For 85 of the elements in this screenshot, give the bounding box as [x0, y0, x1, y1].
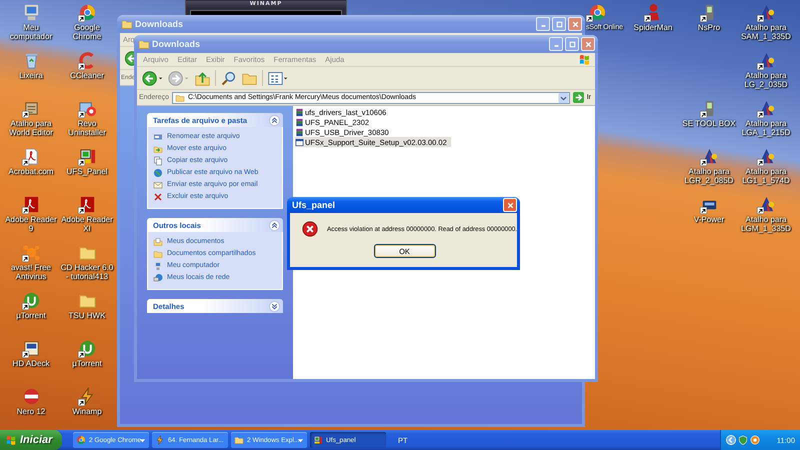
maximize-button[interactable] — [565, 37, 579, 51]
desktop-icon[interactable]: Lixeira — [3, 51, 59, 80]
up-folder-icon[interactable] — [194, 70, 211, 86]
chevron-icon[interactable] — [726, 435, 736, 445]
expand-icon[interactable] — [269, 300, 280, 312]
collapse-icon[interactable] — [269, 114, 280, 126]
envelope-icon — [153, 180, 163, 190]
desktop-icon[interactable]: CCleaner — [59, 51, 115, 80]
close-icon — [584, 40, 592, 48]
flag-icon — [578, 53, 591, 66]
maximize-icon — [568, 40, 576, 48]
minimize-icon — [540, 25, 546, 27]
minimize-button[interactable] — [536, 17, 550, 31]
desktop-icon[interactable]: SE TOOL BOX — [681, 99, 737, 128]
round-logo-icon — [588, 3, 607, 22]
close-icon — [570, 20, 580, 28]
close-icon — [506, 200, 514, 210]
start-button[interactable]: Iniciar — [0, 430, 62, 450]
lightning-icon — [155, 435, 165, 445]
documents-folder-icon — [153, 236, 163, 246]
desktop-icon[interactable]: V-Power — [681, 195, 737, 224]
minimize-icon — [554, 45, 558, 47]
window-title: Downloads — [152, 39, 202, 49]
archive-icon — [295, 118, 304, 126]
desktop-icon[interactable]: Nero 12 — [3, 387, 59, 416]
desktop-icon[interactable]: SpiderMan — [625, 3, 681, 32]
desktop-icon[interactable]: Acrobat.com — [3, 147, 59, 176]
terminal-icon — [313, 435, 323, 445]
close-button[interactable] — [581, 37, 595, 51]
desktop-icon[interactable]: Revo Uninstaller — [59, 99, 115, 137]
globe-icon — [153, 168, 163, 178]
computer-icon — [153, 260, 163, 270]
desktop-icon[interactable]: µTorrent — [59, 339, 115, 368]
desktop-icon[interactable]: Atalho para LGR_2_085D — [681, 147, 737, 185]
collapse-icon[interactable] — [269, 220, 280, 230]
status-icon[interactable] — [750, 435, 760, 445]
folder-icon — [153, 248, 163, 258]
textbox-icon — [153, 132, 163, 142]
flag-icon — [5, 434, 17, 446]
desktop-icon[interactable]: HD ADeck — [3, 339, 59, 368]
round-logo-icon — [76, 435, 86, 445]
desktop-icon[interactable]: Google Chrome — [59, 3, 115, 41]
pages-icon — [153, 156, 163, 166]
desktop-icon[interactable]: µTorrent — [3, 291, 59, 320]
desktop-icon[interactable]: Meu computador — [3, 3, 59, 41]
maximize-icon — [554, 20, 564, 28]
desktop-icon[interactable]: CD Hacker 6.0 - tutorial413 — [59, 243, 115, 281]
folder-icon — [121, 18, 133, 30]
folder-icon — [234, 435, 244, 445]
desktop-icon[interactable]: Atalho para LG_2_035D — [738, 51, 794, 89]
window-title: Downloads — [135, 19, 184, 29]
network-icon — [153, 272, 163, 282]
desktop-icon[interactable]: TSU HWK — [59, 291, 115, 320]
desktop-icon[interactable]: Atalho para LGA_1_215D — [738, 99, 794, 137]
delete-icon — [153, 192, 163, 202]
archive-icon — [295, 108, 304, 116]
error-icon — [302, 221, 318, 237]
card-icon — [22, 339, 40, 358]
disc-icon — [22, 387, 40, 406]
archive-icon — [295, 128, 304, 136]
desktop-icon[interactable]: Winamp — [59, 387, 115, 416]
close-button[interactable] — [568, 17, 582, 31]
folder-icon — [174, 92, 185, 102]
go-arrow-icon — [572, 92, 584, 103]
search-icon[interactable] — [220, 70, 237, 86]
desktop-icon[interactable]: Atalho para LG1_1_574D — [738, 147, 794, 185]
shield-icon[interactable] — [738, 435, 748, 445]
back-icon[interactable] — [142, 70, 164, 86]
folder-arrow-icon — [153, 144, 163, 154]
window-title: Ufs_panel — [292, 200, 336, 210]
minimize-button[interactable] — [549, 37, 563, 51]
desktop-icon[interactable]: Adobe Reader 9 — [3, 195, 59, 233]
terminal-icon — [78, 147, 96, 166]
desktop-icon[interactable]: UFS_Panel — [59, 147, 115, 176]
desktop-icon[interactable]: Adobe Reader XI — [59, 195, 115, 233]
desktop-icon[interactable]: avast! Free Antivirus — [3, 243, 59, 281]
blob-icon — [22, 243, 40, 262]
desktop-icon[interactable]: Atalho para World Editor — [3, 99, 59, 137]
desktop-icon[interactable]: Atalho para SAM_1_335D — [738, 3, 794, 41]
folder-icon — [138, 38, 150, 50]
desktop-icon[interactable]: NsPro — [681, 3, 737, 32]
view-grid-icon[interactable] — [267, 70, 289, 86]
desktop-icon[interactable]: Atalho para LGM_1_335D — [738, 195, 794, 233]
forward-icon[interactable] — [168, 70, 190, 86]
maximize-button[interactable] — [552, 17, 566, 31]
